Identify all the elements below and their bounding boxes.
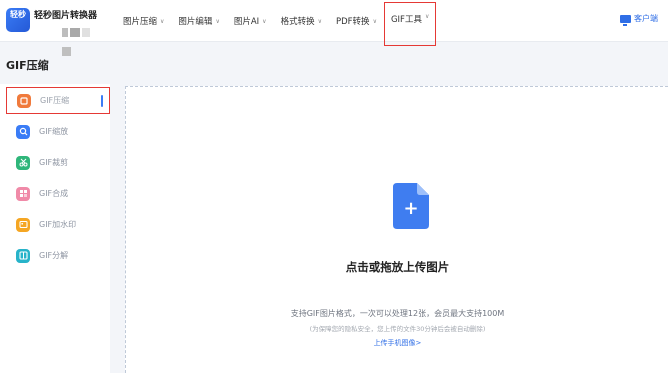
nav-label: 图片AI (233, 17, 260, 27)
page-title: GIF压缩 (6, 59, 49, 72)
client-label: 客户端 (634, 14, 658, 23)
nav-label: 图片压缩 (123, 17, 158, 27)
sidebar-item-gif-merge[interactable]: GIF合成 (6, 180, 110, 207)
crop-icon (16, 155, 30, 170)
nav-item-image-ai[interactable]: 图片AI ∨ (227, 0, 274, 42)
nav-label: GIF工具 (390, 15, 422, 25)
nav-item-format-convert[interactable]: 格式转换 ∨ (274, 0, 329, 42)
nav-label: PDF转换 (336, 17, 370, 27)
active-indicator (101, 95, 103, 107)
nav-item-gif-tools[interactable]: GIF工具 ∨ (383, 2, 437, 46)
chevron-down-icon: ∨ (424, 13, 430, 20)
sidebar-item-label: GIF压缩 (40, 96, 70, 105)
file-upload-icon[interactable]: + (393, 183, 429, 229)
upload-plus-symbol: + (403, 198, 418, 219)
sidebar-item-label: GIF裁剪 (39, 158, 69, 167)
sidebar-item-gif-zoom[interactable]: GIF缩放 (6, 118, 110, 145)
nav-item-image-edit[interactable]: 图片编辑 ∨ (171, 0, 226, 42)
compress-icon (17, 93, 31, 108)
sidebar-item-label: GIF缩放 (39, 127, 69, 136)
app-name[interactable]: 轻秒图片转换器 (34, 8, 97, 21)
chevron-down-icon: ∨ (372, 17, 377, 25)
sidebar-item-gif-split[interactable]: GIF分解 (6, 242, 110, 269)
nav-item-image-compress[interactable]: 图片压缩 ∨ (116, 0, 171, 42)
sidebar-item-gif-crop[interactable]: GIF裁剪 (6, 149, 110, 176)
merge-icon (16, 186, 30, 201)
chevron-down-icon: ∨ (262, 17, 267, 25)
blurred-subtitle (62, 22, 102, 56)
client-download-link[interactable]: 客户端 (620, 13, 658, 26)
chevron-down-icon: ∨ (215, 17, 220, 25)
upload-mobile-image-link[interactable]: 上传手机图像> (126, 338, 668, 348)
top-navigation-bar: 轻秒 轻秒图片转换器 图片压缩 ∨ 图片编辑 ∨ 图片AI ∨ 格式转换 ∨ P… (0, 0, 668, 56)
sidebar-item-label: GIF合成 (39, 189, 69, 198)
watermark-icon (16, 217, 30, 232)
privacy-note: (为保障您的隐私安全，您上传的文件30分钟后会被自动删除) (309, 325, 486, 333)
monitor-icon (620, 14, 631, 26)
sidebar-item-gif-watermark[interactable]: GIF加水印 (6, 211, 110, 238)
nav-label: 格式转换 (280, 17, 315, 27)
sidebar-item-label: GIF分解 (39, 251, 69, 260)
nav-item-pdf-convert[interactable]: PDF转换 ∨ (329, 0, 384, 42)
split-icon (16, 248, 30, 263)
sidebar-item-label: GIF加水印 (39, 220, 77, 229)
zoom-icon (16, 124, 30, 139)
sidebar-item-gif-compress[interactable]: GIF压缩 (6, 87, 110, 114)
upload-description: 支持GIF图片格式，一次可以处理12张，会员最大支持100M (290, 309, 505, 318)
chevron-down-icon: ∨ (160, 17, 165, 25)
upload-dropzone[interactable]: + 点击或拖放上传图片 支持GIF图片格式，一次可以处理12张，会员最大支持10… (125, 86, 668, 373)
app-logo-icon[interactable]: 轻秒 (6, 8, 30, 32)
sidebar: GIF压缩 GIF缩放 GIF裁剪 GIF合成 GIF加水印 GIF分解 (0, 84, 110, 373)
chevron-down-icon: ∨ (317, 17, 322, 25)
upload-title: 点击或拖放上传图片 (345, 260, 450, 274)
main-nav: 图片压缩 ∨ 图片编辑 ∨ 图片AI ∨ 格式转换 ∨ PDF转换 ∨ GIF工… (116, 0, 437, 46)
nav-label: 图片编辑 (178, 17, 213, 27)
